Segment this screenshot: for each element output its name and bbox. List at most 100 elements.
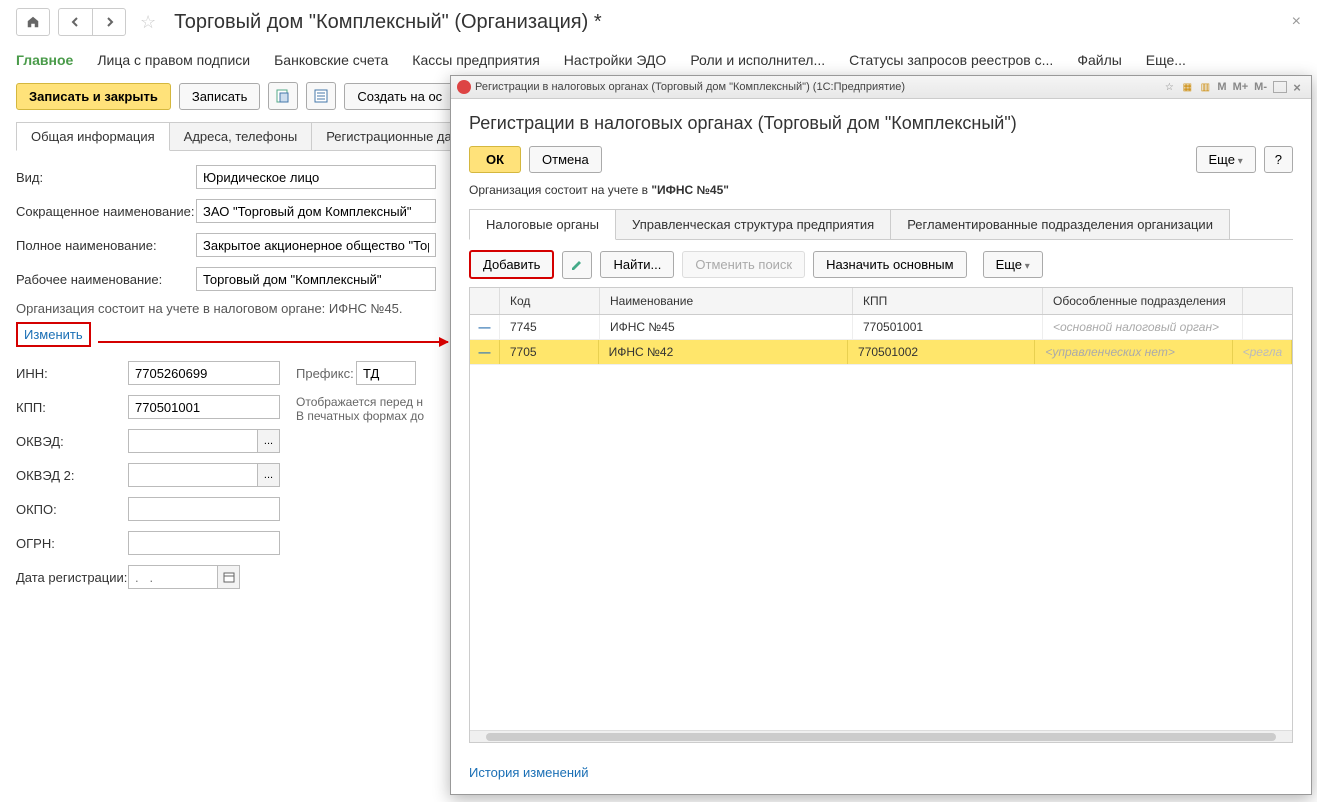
grid-body[interactable]: — 7745ИФНС №45770501001<основной налоговы…	[470, 315, 1292, 730]
tab-addresses[interactable]: Адреса, телефоны	[169, 122, 313, 150]
kpp-input[interactable]	[128, 395, 280, 419]
save-close-button[interactable]: Записать и закрыть	[16, 83, 171, 110]
change-link[interactable]: Изменить	[16, 322, 91, 347]
kpp-label: КПП:	[16, 400, 128, 415]
titlebar-icon-grid[interactable]: ▦	[1179, 79, 1195, 95]
short-name-input[interactable]	[196, 199, 436, 223]
home-icon	[26, 15, 40, 29]
section-tab-bank[interactable]: Банковские счета	[274, 52, 388, 68]
prefix-note-1: Отображается перед н	[296, 395, 424, 409]
cancel-button[interactable]: Отмена	[529, 146, 602, 173]
kind-label: Вид:	[16, 170, 196, 185]
dialog-titlebar[interactable]: Регистрации в налоговых органах (Торговы…	[451, 76, 1311, 99]
calendar-button[interactable]	[218, 565, 240, 589]
create-based-button[interactable]: Создать на ос	[344, 83, 455, 110]
arrow-left-icon	[70, 16, 82, 28]
section-tab-status[interactable]: Статусы запросов реестров с...	[849, 52, 1053, 68]
section-tab-more[interactable]: Еще...	[1146, 52, 1186, 68]
grid-row[interactable]: —7745ИФНС №45770501001<основной налоговы…	[470, 315, 1292, 340]
okpo-label: ОКПО:	[16, 502, 128, 517]
modal-tab-mgmt[interactable]: Управленческая структура предприятия	[615, 209, 891, 239]
col-dept[interactable]: Обособленные подразделения	[1043, 288, 1243, 314]
okved-select-button[interactable]: ...	[258, 429, 280, 453]
titlebar-mplus[interactable]: M+	[1231, 79, 1251, 95]
toolbar-icon-1[interactable]	[268, 82, 298, 110]
prefix-label: Префикс:	[296, 366, 356, 381]
kind-input[interactable]	[196, 165, 436, 189]
inn-label: ИНН:	[16, 366, 128, 381]
modal-tab-reg[interactable]: Регламентированные подразделения организ…	[890, 209, 1230, 239]
forward-button[interactable]	[92, 8, 126, 36]
col-code[interactable]: Код	[500, 288, 600, 314]
ok-button[interactable]: ОК	[469, 146, 521, 173]
okved-input[interactable]	[128, 429, 258, 453]
cell-extra: <регла	[1233, 340, 1292, 364]
prefix-input[interactable]	[356, 361, 416, 385]
find-button[interactable]: Найти...	[600, 251, 674, 278]
section-tab-signers[interactable]: Лица с правом подписи	[97, 52, 250, 68]
pencil-icon	[570, 258, 584, 272]
app-logo-icon	[457, 80, 471, 94]
favorite-star-icon[interactable]: ☆	[140, 12, 156, 33]
set-main-button[interactable]: Назначить основным	[813, 251, 966, 278]
okved2-select-button[interactable]: ...	[258, 463, 280, 487]
tax-registration-dialog: Регистрации в налоговых органах (Торговы…	[450, 75, 1312, 795]
page-title: Торговый дом "Комплексный" (Организация)…	[174, 11, 601, 34]
save-button[interactable]: Записать	[179, 83, 261, 110]
prefix-note-2: В печатных формах до	[296, 409, 424, 423]
history-link[interactable]: История изменений	[469, 765, 589, 780]
back-button[interactable]	[58, 8, 92, 36]
cell-dept: <основной налоговый орган>	[1043, 315, 1243, 339]
reg-date-label: Дата регистрации:	[16, 570, 128, 585]
titlebar-mminus[interactable]: M-	[1252, 79, 1269, 95]
work-name-input[interactable]	[196, 267, 436, 291]
okved2-input[interactable]	[128, 463, 258, 487]
arrow-right-icon	[103, 16, 115, 28]
okved-label: ОКВЭД:	[16, 434, 128, 449]
calendar-icon	[223, 571, 235, 583]
home-button[interactable]	[16, 8, 50, 36]
full-name-input[interactable]	[196, 233, 436, 257]
modal-tab-tax[interactable]: Налоговые органы	[469, 209, 616, 240]
section-tab-main[interactable]: Главное	[16, 52, 73, 68]
grid-hscroll[interactable]	[470, 730, 1292, 742]
toolbar-icon-2[interactable]	[306, 82, 336, 110]
titlebar-m[interactable]: M	[1215, 79, 1228, 95]
section-tab-roles[interactable]: Роли и исполнител...	[690, 52, 825, 68]
titlebar-icon-calc[interactable]: ▥	[1197, 79, 1213, 95]
col-kpp[interactable]: КПП	[853, 288, 1043, 314]
inn-input[interactable]	[128, 361, 280, 385]
reg-date-input[interactable]	[128, 565, 218, 589]
grid-header: Код Наименование КПП Обособленные подраз…	[470, 288, 1292, 315]
col-name[interactable]: Наименование	[600, 288, 853, 314]
status-line: Организация состоит на учете в "ИФНС №45…	[469, 183, 1293, 197]
cell-kpp: 770501001	[853, 315, 1043, 339]
row-minus-icon: —	[478, 345, 490, 359]
list-icon	[313, 88, 329, 104]
more-button[interactable]: Еще	[1196, 146, 1256, 173]
cell-code: 7745	[500, 315, 600, 339]
grid-row[interactable]: —7705ИФНС №42770501002<управленческих не…	[470, 340, 1292, 365]
okpo-input[interactable]	[128, 497, 280, 521]
close-page-button[interactable]: ×	[1292, 13, 1301, 31]
section-tab-files[interactable]: Файлы	[1077, 52, 1121, 68]
section-tab-edo[interactable]: Настройки ЭДО	[564, 52, 667, 68]
ogrn-input[interactable]	[128, 531, 280, 555]
ogrn-label: ОГРН:	[16, 536, 128, 551]
add-button[interactable]: Добавить	[469, 250, 554, 279]
titlebar-maximize[interactable]	[1273, 81, 1287, 93]
titlebar-close[interactable]: ×	[1289, 79, 1305, 95]
cancel-search-button[interactable]: Отменить поиск	[682, 251, 805, 278]
edit-button[interactable]	[562, 251, 592, 279]
cell-dept: <управленческих нет>	[1035, 340, 1232, 364]
grid-more-button[interactable]: Еще	[983, 251, 1043, 278]
annotation-arrow	[98, 341, 448, 343]
cell-name: ИФНС №45	[600, 315, 853, 339]
tab-general[interactable]: Общая информация	[16, 122, 170, 151]
dialog-title: Регистрации в налоговых органах (Торговы…	[469, 113, 1293, 134]
section-tabs: Главное Лица с правом подписи Банковские…	[0, 44, 1317, 78]
okved2-label: ОКВЭД 2:	[16, 468, 128, 483]
help-button[interactable]: ?	[1264, 146, 1293, 173]
section-tab-cash[interactable]: Кассы предприятия	[412, 52, 540, 68]
titlebar-fav-icon[interactable]: ☆	[1161, 79, 1177, 95]
